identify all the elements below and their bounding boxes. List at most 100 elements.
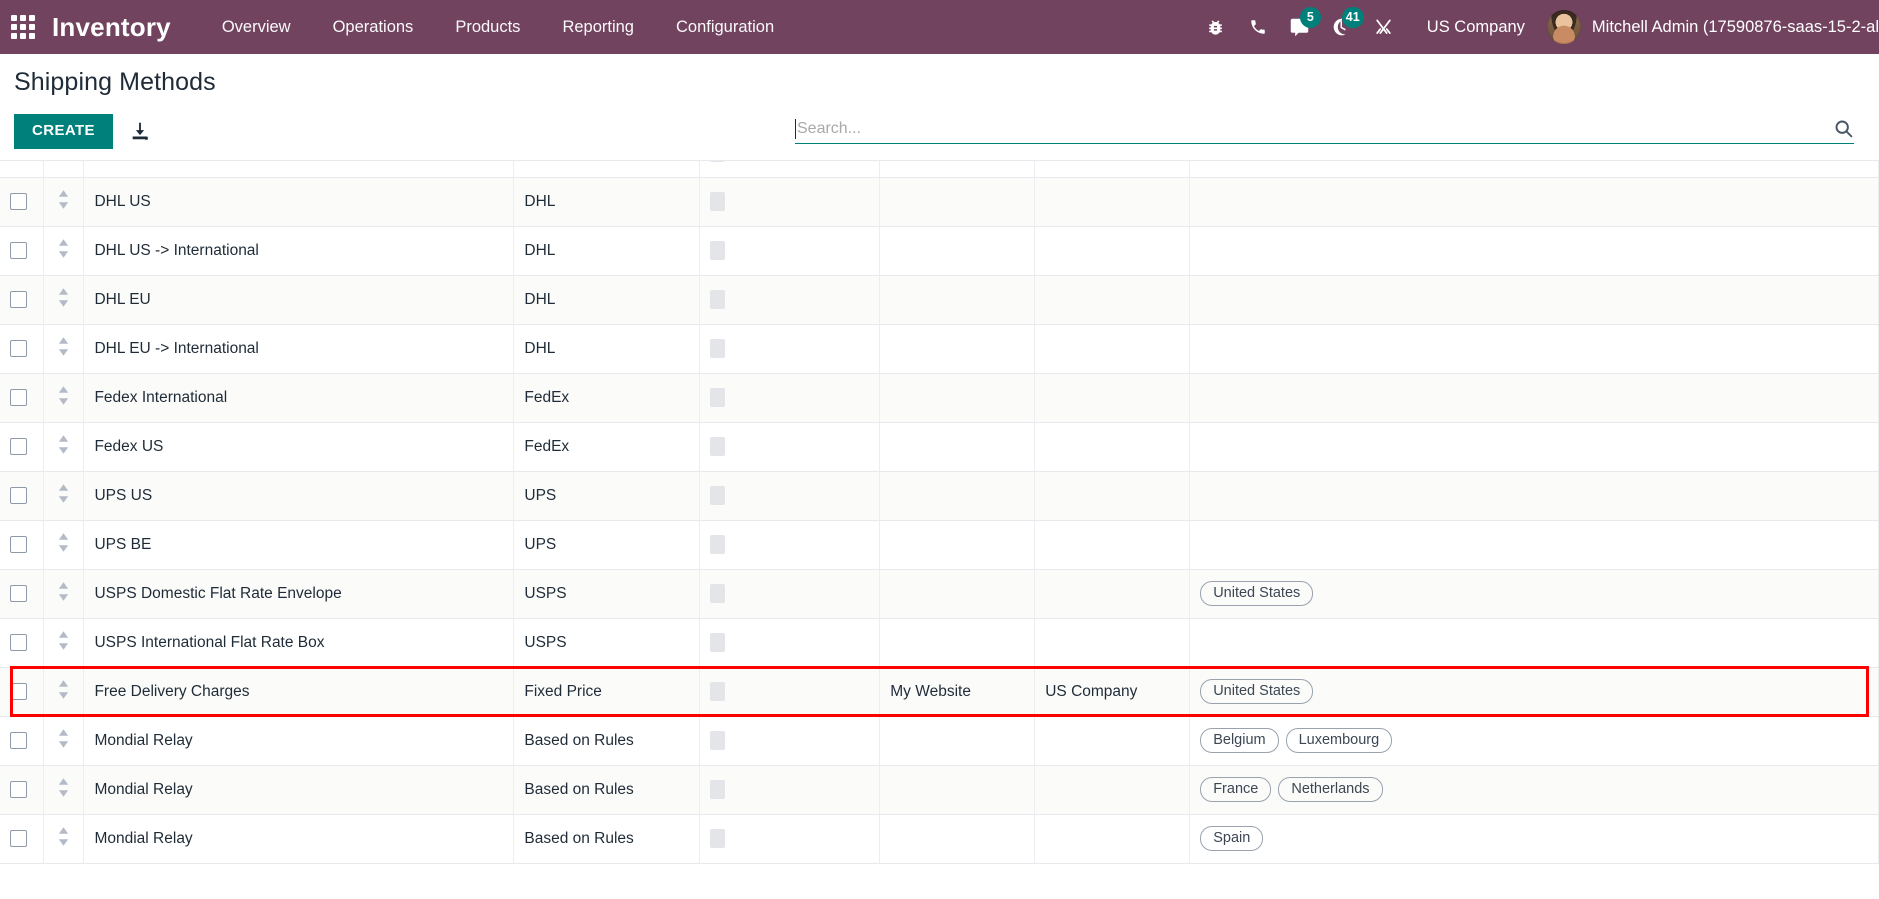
company-switcher[interactable]: US Company	[1405, 0, 1541, 54]
menu-item-operations[interactable]: Operations	[312, 0, 435, 54]
margin-value-box	[710, 486, 726, 505]
row-checkbox[interactable]	[10, 829, 27, 847]
country-tag[interactable]: Belgium	[1200, 727, 1279, 754]
cell-website: My Website	[879, 667, 1036, 717]
menu-item-overview[interactable]: Overview	[201, 0, 312, 54]
search-icon[interactable]	[1833, 118, 1854, 139]
tools-wrench-icon[interactable]	[1363, 0, 1405, 54]
table-row[interactable]: DHL EU DHL	[0, 275, 1879, 325]
row-checkbox[interactable]	[10, 535, 27, 553]
row-checkbox[interactable]	[10, 192, 27, 210]
row-checkbox[interactable]	[10, 731, 27, 749]
cell-name: Mondial Relay	[83, 716, 515, 766]
table-row[interactable]: UPS US UPS	[0, 471, 1879, 521]
cell-margin	[699, 373, 881, 423]
country-tag[interactable]: Luxembourg	[1285, 727, 1393, 754]
table-row[interactable]	[0, 161, 1879, 178]
drag-handle-icon[interactable]	[57, 434, 70, 454]
cell-company	[1034, 814, 1191, 864]
drag-handle-icon[interactable]	[57, 581, 70, 601]
bug-icon[interactable]	[1195, 0, 1237, 54]
drag-handle-icon[interactable]	[57, 826, 70, 846]
margin-value-box	[710, 388, 726, 407]
messages-icon[interactable]: 5	[1279, 0, 1321, 54]
menu-item-reporting[interactable]: Reporting	[541, 0, 655, 54]
table-row[interactable]: USPS Domestic Flat Rate Envelope USPS Unit…	[0, 569, 1879, 619]
control-panel-buttons: CREATE	[14, 114, 151, 149]
row-checkbox[interactable]	[10, 682, 27, 700]
drag-handle-icon[interactable]	[57, 336, 70, 356]
app-brand-title[interactable]: Inventory	[46, 12, 175, 43]
drag-handle-icon[interactable]	[57, 777, 70, 797]
table-row[interactable]: Fedex International FedEx	[0, 373, 1879, 423]
cell-countries	[1189, 324, 1879, 374]
country-tag[interactable]: United States	[1200, 678, 1314, 705]
cell-margin	[699, 814, 881, 864]
drag-handle-icon[interactable]	[57, 532, 70, 552]
table-row[interactable]: Free Delivery Charges Fixed Price My Websi…	[0, 667, 1879, 717]
cell-website	[879, 324, 1036, 374]
table-row[interactable]: DHL US DHL	[0, 177, 1879, 227]
table-row[interactable]: UPS BE UPS	[0, 520, 1879, 570]
table-row[interactable]: Fedex US FedEx	[0, 422, 1879, 472]
table-row[interactable]: USPS International Flat Rate Box USPS	[0, 618, 1879, 668]
table-row[interactable]: DHL US -> International DHL	[0, 226, 1879, 276]
row-checkbox[interactable]	[10, 241, 27, 259]
cell-name: DHL EU -> International	[83, 324, 515, 374]
margin-value-box	[710, 780, 726, 799]
cell-name: Mondial Relay	[83, 765, 515, 815]
cell-name: UPS US	[83, 471, 515, 521]
row-checkbox[interactable]	[10, 437, 27, 455]
row-checkbox-cell	[0, 716, 45, 766]
cell-countries	[1189, 520, 1879, 570]
menu-item-configuration[interactable]: Configuration	[655, 0, 795, 54]
drag-handle-icon[interactable]	[57, 238, 70, 258]
menu-item-products[interactable]: Products	[434, 0, 541, 54]
row-checkbox[interactable]	[10, 388, 27, 406]
drag-handle-icon[interactable]	[57, 385, 70, 405]
country-tag[interactable]: United States	[1200, 580, 1314, 607]
row-checkbox[interactable]	[10, 486, 27, 504]
drag-handle-icon[interactable]	[57, 287, 70, 307]
row-checkbox[interactable]	[10, 584, 27, 602]
cell-company: US Company	[1034, 667, 1191, 717]
table-row[interactable]: Mondial Relay Based on Rules France Netherl…	[0, 765, 1879, 815]
search-input[interactable]	[797, 119, 1677, 138]
user-menu[interactable]: Mitchell Admin (17590876-saas-15-2-al	[1541, 10, 1879, 44]
cell-company	[1034, 765, 1191, 815]
margin-value-box	[710, 731, 726, 750]
margin-value-box	[710, 584, 726, 603]
drag-handle-icon[interactable]	[57, 483, 70, 503]
activities-clock-icon[interactable]: 41	[1321, 0, 1364, 54]
cell-margin	[699, 177, 881, 227]
country-tag[interactable]: Spain	[1200, 825, 1264, 852]
table-row[interactable]: DHL EU -> International DHL	[0, 324, 1879, 374]
row-checkbox-cell	[0, 471, 45, 521]
row-checkbox[interactable]	[10, 339, 27, 357]
drag-handle-icon[interactable]	[57, 728, 70, 748]
drag-handle-icon[interactable]	[57, 630, 70, 650]
table-row[interactable]: Mondial Relay Based on Rules Spain	[0, 814, 1879, 864]
cell-website	[879, 161, 1036, 178]
drag-handle-icon[interactable]	[57, 679, 70, 699]
row-checkbox[interactable]	[10, 290, 27, 308]
row-checkbox[interactable]	[10, 633, 27, 651]
cell-margin	[699, 716, 881, 766]
cell-provider: Based on Rules	[513, 716, 701, 766]
cell-margin	[699, 471, 881, 521]
cell-company	[1034, 324, 1191, 374]
cell-website	[879, 471, 1036, 521]
cell-name	[83, 161, 515, 178]
phone-icon[interactable]	[1237, 0, 1279, 54]
cell-name: Fedex International	[83, 373, 515, 423]
apps-menu-button[interactable]	[0, 0, 46, 54]
search-view[interactable]	[795, 114, 1854, 144]
import-download-icon[interactable]	[129, 120, 151, 142]
country-tag[interactable]: France	[1200, 776, 1272, 803]
row-checkbox[interactable]	[10, 780, 27, 798]
country-tag[interactable]: Netherlands	[1278, 776, 1383, 803]
row-drag-handle-cell	[43, 569, 85, 619]
drag-handle-icon[interactable]	[57, 189, 70, 209]
create-button[interactable]: CREATE	[14, 114, 113, 149]
table-row[interactable]: Mondial Relay Based on Rules Belgium Luxemb…	[0, 716, 1879, 766]
